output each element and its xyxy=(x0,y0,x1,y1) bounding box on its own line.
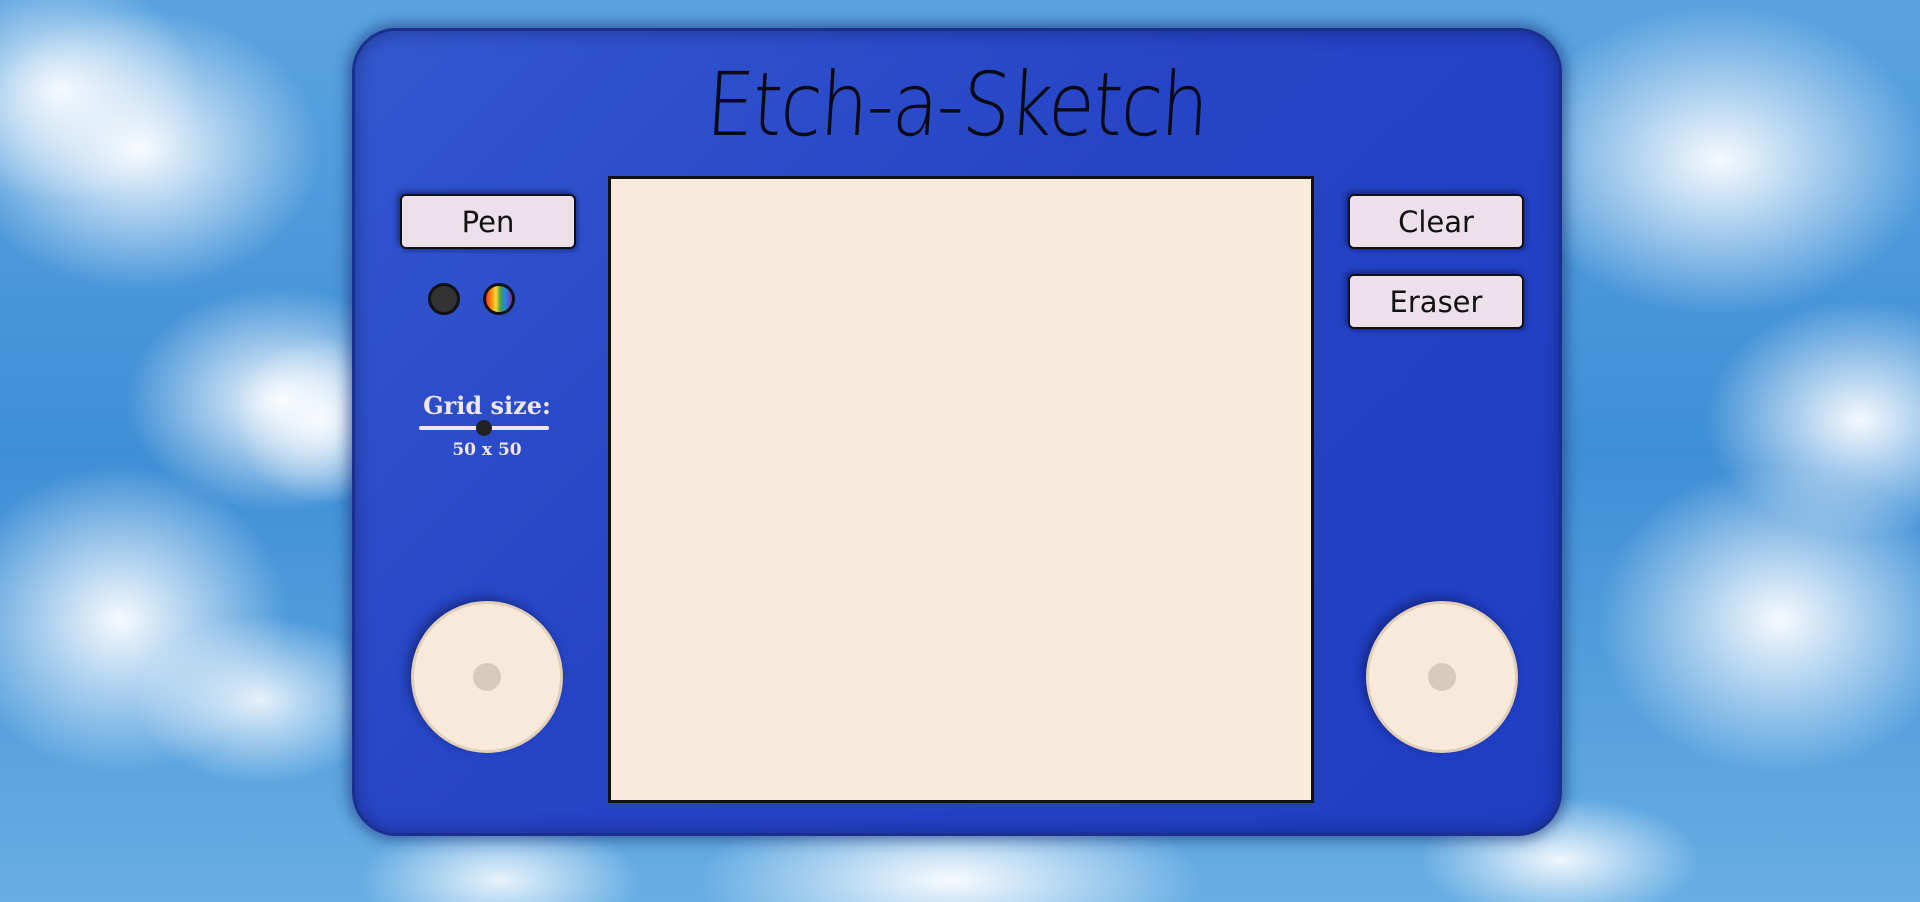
eraser-button[interactable]: Eraser xyxy=(1348,274,1524,329)
clear-button[interactable]: Clear xyxy=(1348,194,1524,249)
black-color-swatch[interactable] xyxy=(428,283,460,315)
app-title: Etch-a-Sketch xyxy=(703,53,1211,156)
right-knob[interactable] xyxy=(1366,601,1518,753)
right-knob-center xyxy=(1428,663,1456,691)
grid-size-value: 50 x 50 xyxy=(452,440,522,460)
drawing-canvas[interactable] xyxy=(608,176,1314,803)
etch-a-sketch-device: Etch-a-Sketch Pen Grid size: 50 x 50 Cle… xyxy=(352,28,1562,836)
grid-size-slider-thumb[interactable] xyxy=(476,420,492,436)
grid-size-label: Grid size: xyxy=(423,391,551,420)
left-knob[interactable] xyxy=(411,601,563,753)
pen-button[interactable]: Pen xyxy=(400,194,576,249)
rainbow-color-swatch[interactable] xyxy=(483,283,515,315)
left-knob-center xyxy=(473,663,501,691)
